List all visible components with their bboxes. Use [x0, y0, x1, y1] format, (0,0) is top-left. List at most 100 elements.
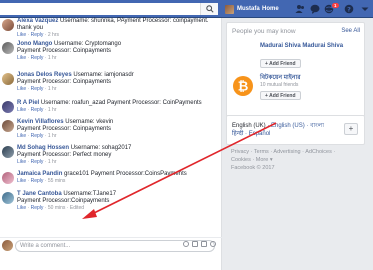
footer-links: Privacy · Terms · Advertising · AdChoice…: [231, 149, 336, 171]
comment-text: Username: roafun_azad Payment Processor:…: [40, 100, 202, 106]
timestamp[interactable]: 55 mins: [48, 178, 66, 184]
card-title: People you may know: [232, 28, 296, 35]
avatar[interactable]: [2, 19, 14, 31]
reply-link[interactable]: Reply: [31, 159, 44, 165]
commenter-name[interactable]: T Jane Cantoba: [17, 191, 62, 197]
camera-icon[interactable]: [192, 241, 198, 247]
language-list: English (UK) · English (US) · বাংলা हिन्…: [232, 123, 324, 137]
comment-text-line2: Payment Processor: Coinpayments: [17, 126, 112, 132]
dropdown-arrow-icon[interactable]: [360, 4, 370, 14]
comment-text: Username: sohag2017: [70, 145, 132, 151]
commenter-name[interactable]: Jamaica Pandin: [17, 171, 62, 177]
commenter-name[interactable]: R A Piel: [17, 100, 39, 106]
language-option[interactable]: हिन्दी: [232, 131, 243, 137]
profile-name: Mustafa: [237, 6, 260, 12]
reply-link[interactable]: Reply: [31, 205, 44, 211]
like-link[interactable]: Like: [17, 107, 26, 113]
footer-link[interactable]: Terms: [254, 149, 269, 155]
like-link[interactable]: Like: [17, 159, 26, 165]
avatar[interactable]: [2, 101, 14, 113]
gif-icon[interactable]: [201, 241, 207, 247]
avatar[interactable]: [2, 73, 14, 85]
commenter-name[interactable]: Md Sohag Hossen: [17, 145, 69, 151]
more-languages-button[interactable]: +: [344, 123, 358, 135]
reply-link[interactable]: Reply: [31, 107, 44, 113]
comment-composer: Write a comment...: [0, 237, 222, 253]
footer-link[interactable]: More: [256, 157, 269, 163]
timestamp[interactable]: 50 mins: [48, 205, 66, 211]
comment-text-line2: Payment Processor: Coinpayments: [17, 48, 112, 54]
timestamp[interactable]: 2 hrs: [48, 32, 59, 38]
svg-text:?: ?: [347, 5, 351, 13]
reply-link[interactable]: Reply: [31, 86, 44, 92]
reply-link[interactable]: Reply: [31, 55, 44, 61]
avatar[interactable]: [2, 120, 14, 132]
like-link[interactable]: Like: [17, 55, 26, 61]
add-friend-icon: +: [265, 61, 268, 67]
timestamp[interactable]: 1 hr: [48, 133, 57, 139]
like-link[interactable]: Like: [17, 32, 26, 38]
commenter-name[interactable]: Jono Mango: [17, 41, 52, 47]
language-selector-card: English (UK) · English (US) · বাংলা हिन्…: [226, 115, 365, 145]
search-button[interactable]: [200, 3, 218, 15]
home-link[interactable]: Home: [262, 6, 279, 12]
comment-text-line2: Payment Processor:Coinpayments: [17, 198, 110, 204]
comment-text-line2: Payment Processor: Perfect money: [17, 152, 112, 158]
top-navigation-bar: Mustafa Home 1 ?: [0, 0, 373, 18]
comment-text: Username: Cryptomango: [54, 41, 122, 47]
avatar[interactable]: [2, 192, 14, 204]
profile-link[interactable]: Mustafa: [225, 3, 260, 15]
add-friend-button[interactable]: + Add Friend: [260, 59, 301, 68]
comment-text-line2: Payment Processor: Coinpayments: [17, 79, 112, 85]
commenter-name[interactable]: Jonas Delos Reyes: [17, 72, 72, 78]
timestamp[interactable]: 1 hr: [48, 86, 57, 92]
add-friend-button[interactable]: + Add Friend: [260, 91, 301, 100]
comment-text: Username: vkevin: [65, 119, 114, 125]
bitcoin-logo-icon[interactable]: ₿: [232, 75, 254, 97]
svg-text:₿: ₿: [238, 80, 249, 95]
timestamp[interactable]: 1 hr: [48, 55, 57, 61]
mutual-friends-count[interactable]: 10 mutual friends: [260, 82, 298, 88]
add-friend-icon: +: [265, 93, 268, 99]
footer-link[interactable]: Privacy: [231, 149, 249, 155]
edited-label[interactable]: Edited: [70, 205, 84, 211]
footer-link[interactable]: AdChoices: [305, 149, 332, 155]
reply-link[interactable]: Reply: [31, 32, 44, 38]
language-option[interactable]: বাংলা: [310, 123, 324, 129]
search-input[interactable]: [0, 3, 218, 15]
timestamp[interactable]: 1 hr: [48, 159, 57, 165]
comment-feed: Alexa Vazquez Username: shunnka, PAyment…: [0, 18, 222, 270]
footer-link[interactable]: Advertising: [273, 149, 300, 155]
help-icon[interactable]: ?: [344, 4, 354, 14]
avatar[interactable]: [2, 42, 14, 54]
commenter-name[interactable]: Alexa Vazquez: [17, 18, 58, 24]
people-you-may-know-card: People you may know See All Madurai Shiv…: [226, 22, 365, 117]
avatar: [225, 4, 234, 14]
copyright: Facebook © 2017: [231, 165, 275, 171]
notification-badge: 1: [331, 2, 340, 9]
sticker-icon[interactable]: [210, 241, 216, 247]
like-link[interactable]: Like: [17, 133, 26, 139]
person-photo[interactable]: [232, 43, 254, 65]
friend-requests-icon[interactable]: [295, 4, 305, 14]
language-option[interactable]: Español: [249, 131, 271, 137]
like-link[interactable]: Like: [17, 205, 26, 211]
see-all-link[interactable]: See All: [341, 28, 360, 34]
commenter-name[interactable]: Kevin Villaflores: [17, 119, 64, 125]
reply-link[interactable]: Reply: [31, 133, 44, 139]
comment-text: grace101 Payment Processor:CoinsPayments: [64, 171, 187, 177]
emoji-icon[interactable]: [183, 241, 189, 247]
messages-icon[interactable]: [310, 4, 320, 14]
comment-text: Username: iamjonasdr: [73, 72, 134, 78]
avatar[interactable]: [2, 146, 14, 158]
footer-link[interactable]: Cookies: [231, 157, 251, 163]
like-link[interactable]: Like: [17, 86, 26, 92]
person-name: বিটকয়েন মাইনার 10 mutual friends: [260, 75, 301, 88]
reply-link[interactable]: Reply: [31, 178, 44, 184]
language-option[interactable]: English (US): [271, 123, 305, 129]
person-name[interactable]: Madurai Shiva Madurai Shiva: [260, 43, 360, 50]
language-current: English (UK): [232, 123, 266, 129]
like-link[interactable]: Like: [17, 178, 26, 184]
avatar[interactable]: [2, 172, 14, 184]
timestamp[interactable]: 1 hr: [48, 107, 57, 113]
